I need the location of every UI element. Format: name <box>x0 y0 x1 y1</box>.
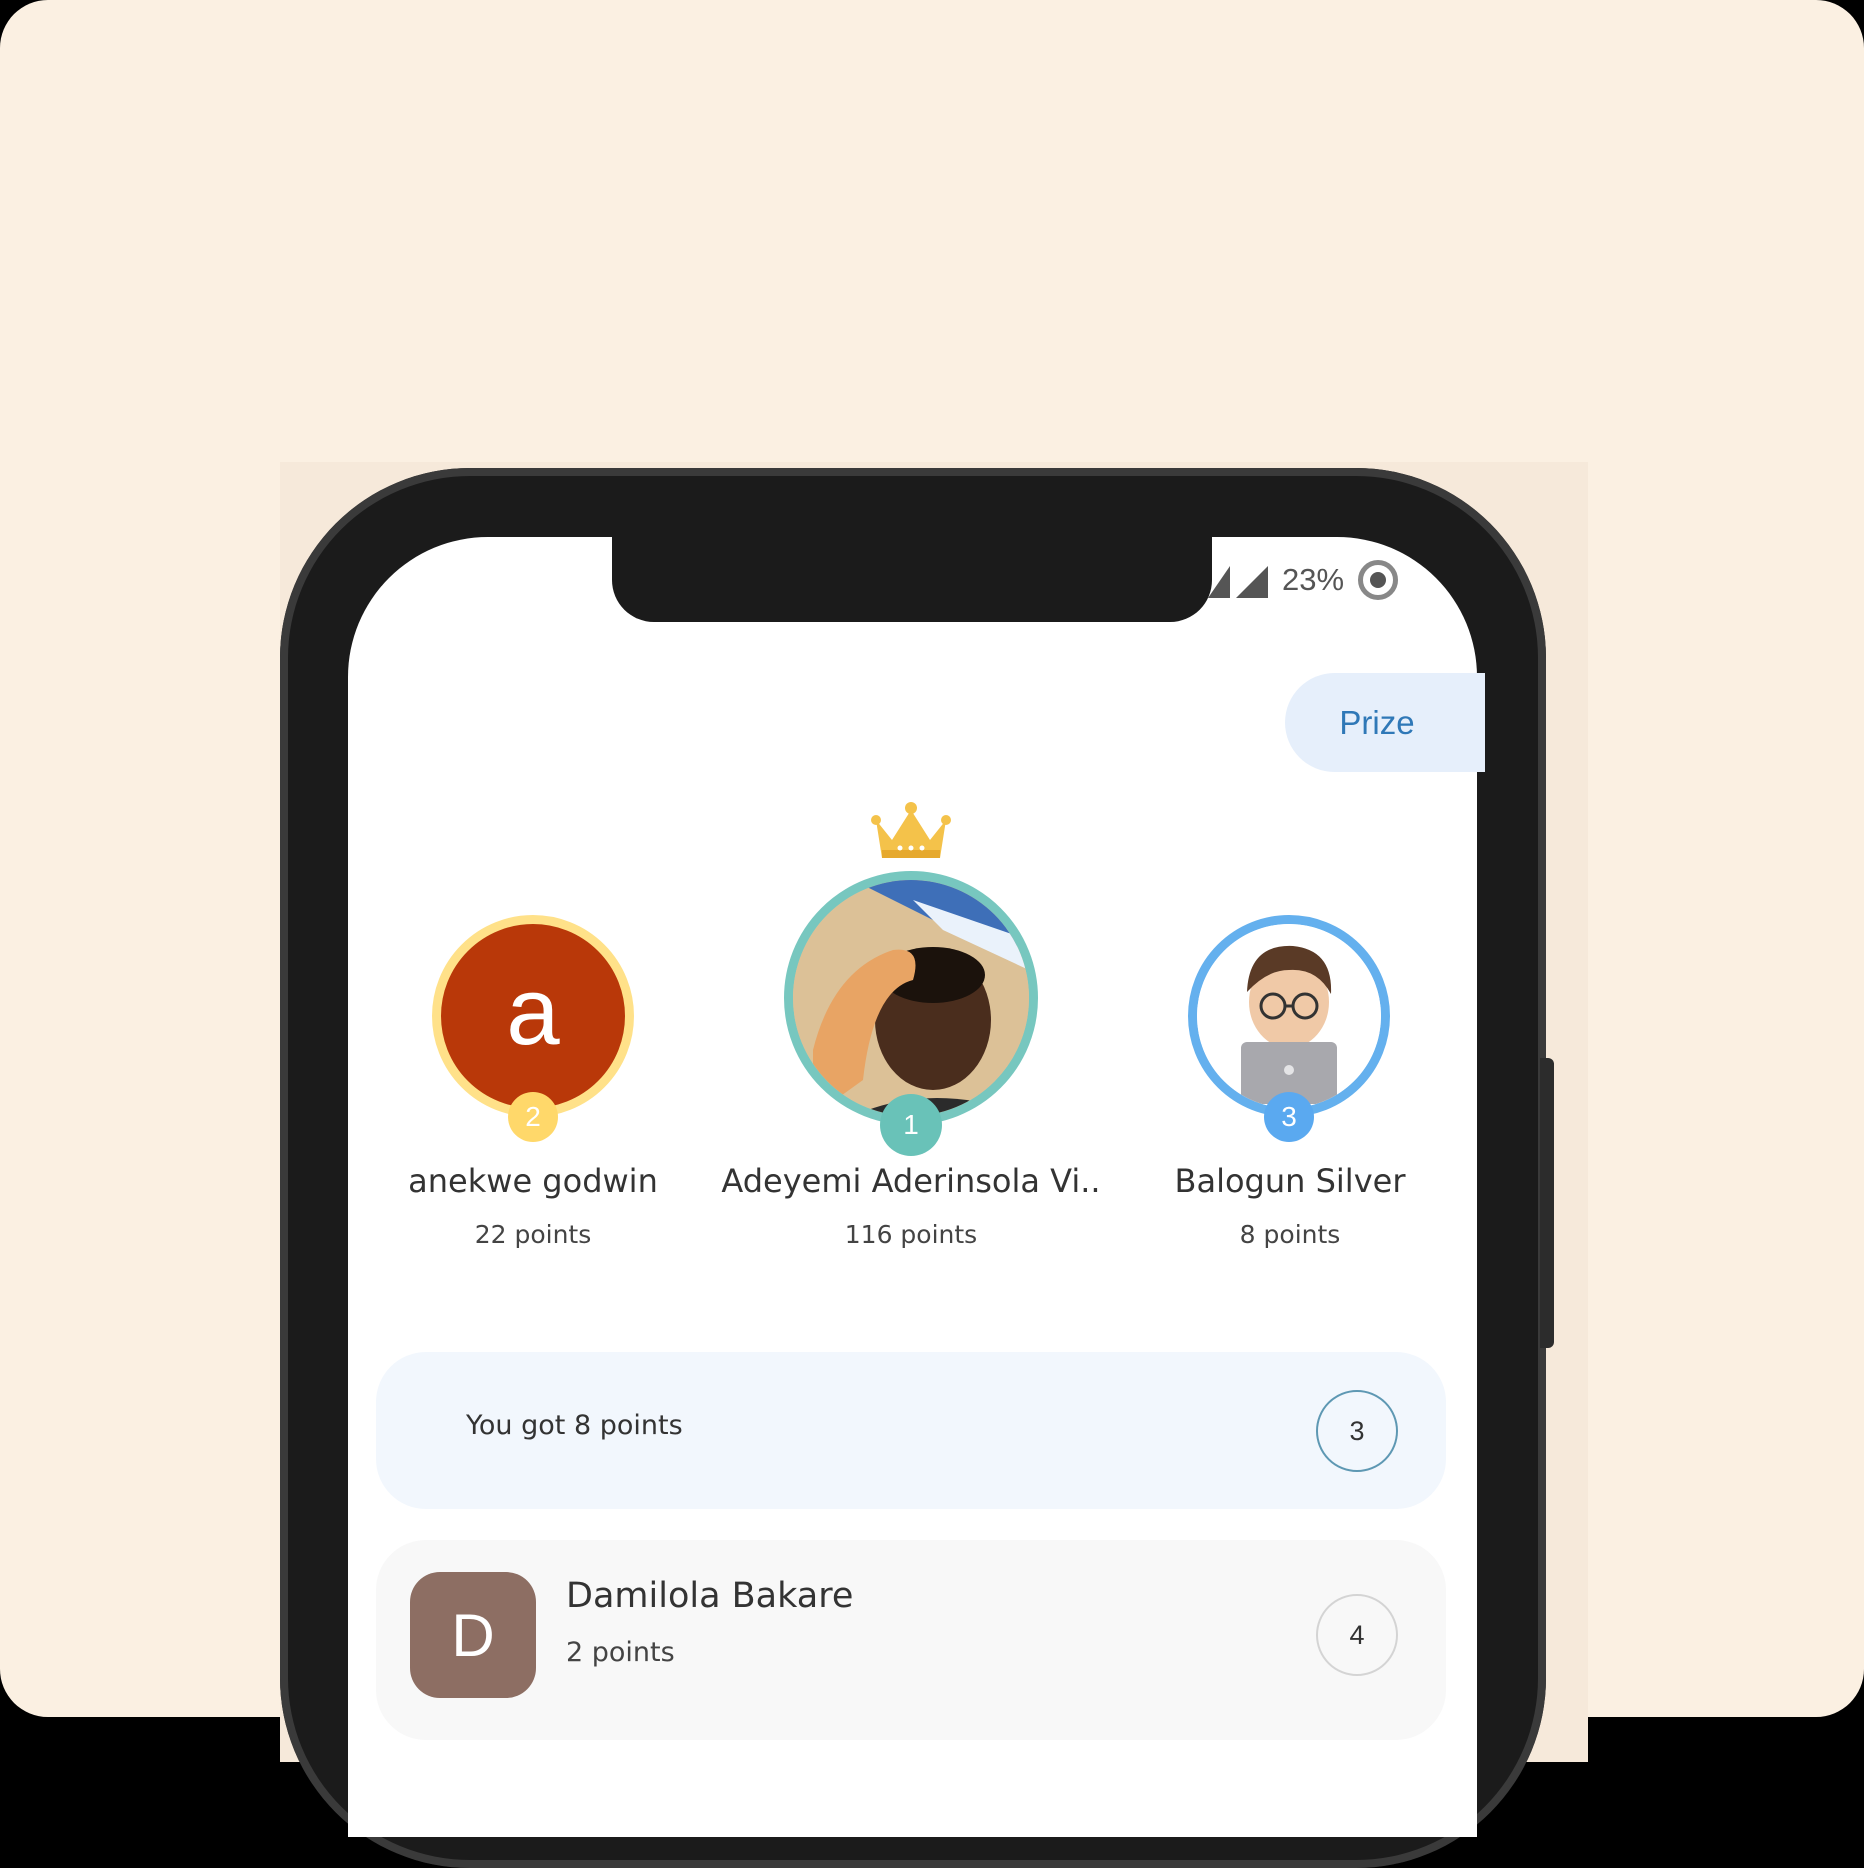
battery-icon <box>1358 560 1399 600</box>
leaderboard-name: Damilola Bakare <box>566 1576 854 1616</box>
rank-badge-3: 3 <box>1264 1092 1314 1142</box>
leaderboard-row[interactable] <box>376 1540 1446 1740</box>
profile-photo <box>793 880 1029 1116</box>
battery-percent: 23% <box>1282 562 1345 597</box>
podium-points-3: 8 points <box>1239 1220 1341 1249</box>
leaderboard-rank: 4 <box>1316 1594 1398 1676</box>
podium-name-1: Adeyemi Aderinsola Vi.. <box>721 1162 1101 1200</box>
podium-points-2: 22 points <box>474 1220 592 1249</box>
avatar-rank-2[interactable]: a <box>432 915 634 1117</box>
crown-icon <box>871 802 951 858</box>
status-bar: 23% <box>1208 556 1399 604</box>
avatar-rank-1[interactable] <box>784 871 1038 1125</box>
prize-button[interactable]: Prize <box>1285 673 1485 772</box>
signal-icon <box>1208 562 1268 598</box>
my-score-text: You got 8 points <box>466 1410 683 1441</box>
podium-name-3: Balogun Silver <box>1174 1162 1406 1200</box>
podium-points-1: 116 points <box>844 1220 978 1249</box>
avatar-rank-3[interactable] <box>1188 915 1390 1117</box>
rank-badge-1: 1 <box>880 1094 942 1156</box>
memoji-avatar <box>1197 924 1381 1108</box>
podium-name-2: anekwe godwin <box>408 1162 658 1200</box>
avatar: D <box>410 1572 536 1698</box>
rank-badge-2: 2 <box>508 1092 558 1142</box>
my-rank-badge: 3 <box>1316 1390 1398 1472</box>
avatar-letter: a <box>506 958 560 1065</box>
phone-notch <box>612 530 1212 622</box>
phone-side-button <box>1540 1058 1554 1348</box>
leaderboard-points: 2 points <box>566 1637 675 1668</box>
